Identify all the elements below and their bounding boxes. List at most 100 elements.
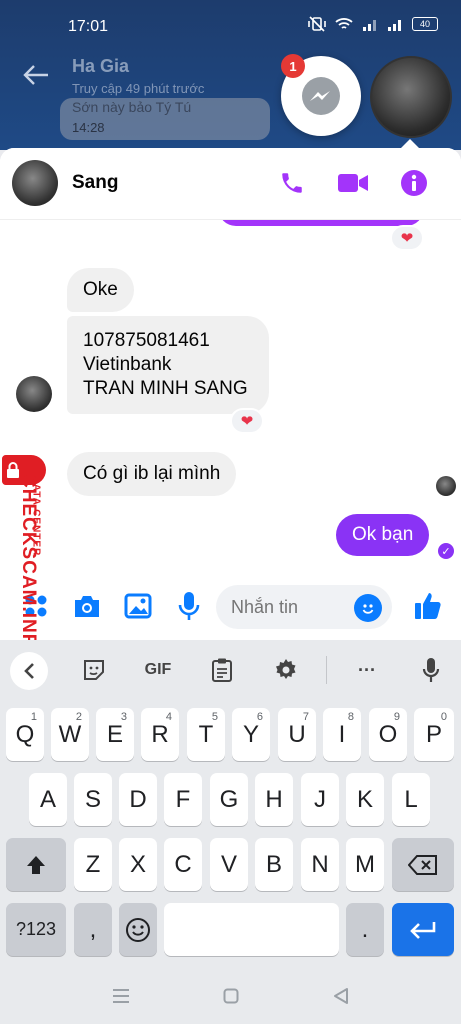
key-f[interactable]: F bbox=[164, 773, 202, 826]
status-icons: 40 bbox=[308, 16, 438, 32]
messenger-icon bbox=[302, 77, 340, 115]
square-icon bbox=[223, 988, 239, 1004]
key-g[interactable]: G bbox=[210, 773, 248, 826]
back-button[interactable] bbox=[328, 983, 354, 1009]
thumbs-up-icon bbox=[415, 593, 441, 619]
microphone-icon bbox=[422, 658, 440, 682]
key-hint: 4 bbox=[165, 711, 172, 723]
back-arrow-icon[interactable] bbox=[22, 62, 50, 94]
more-options-button[interactable]: ··· bbox=[349, 652, 385, 688]
camera-button[interactable] bbox=[71, 590, 103, 622]
menu-lines-icon bbox=[113, 989, 129, 1003]
wifi-icon bbox=[335, 18, 353, 29]
emoji-key[interactable] bbox=[119, 903, 157, 956]
period-key[interactable]: . bbox=[346, 903, 384, 956]
key-b[interactable]: B bbox=[255, 838, 293, 891]
battery-icon: 40 bbox=[412, 17, 438, 31]
key-d[interactable]: D bbox=[119, 773, 157, 826]
key-w[interactable]: W2 bbox=[51, 708, 89, 761]
enter-arrow-icon bbox=[410, 921, 436, 939]
chat-header bbox=[0, 148, 461, 220]
settings-button[interactable] bbox=[268, 652, 304, 688]
message-bubble-incoming[interactable]: Oke bbox=[67, 268, 134, 312]
key-l[interactable]: L bbox=[392, 773, 430, 826]
key-a[interactable]: A bbox=[29, 773, 67, 826]
heart-icon: ❤ bbox=[240, 413, 254, 430]
signal-1-icon bbox=[363, 20, 376, 31]
key-r[interactable]: R4 bbox=[141, 708, 179, 761]
message-bubble-incoming[interactable]: 107875081461 Vietinbank TRAN MINH SANG bbox=[67, 316, 269, 414]
key-label: R bbox=[151, 720, 169, 748]
key-hint: 3 bbox=[120, 711, 127, 723]
key-label: P bbox=[425, 720, 442, 748]
video-camera-icon bbox=[338, 174, 368, 192]
key-q[interactable]: Q1 bbox=[6, 708, 44, 761]
voice-typing-button[interactable] bbox=[413, 652, 449, 688]
reaction-heart[interactable]: ❤ bbox=[390, 225, 424, 251]
video-call-button[interactable] bbox=[336, 166, 370, 200]
keyboard-collapse-button[interactable] bbox=[10, 652, 48, 690]
key-label: Q bbox=[15, 720, 35, 748]
clipboard-button[interactable] bbox=[204, 652, 240, 688]
notification-badge: 1 bbox=[281, 54, 305, 78]
like-button[interactable] bbox=[412, 590, 444, 622]
key-z[interactable]: Z bbox=[74, 838, 112, 891]
status-time: 17:01 bbox=[68, 18, 109, 35]
key-j[interactable]: J bbox=[301, 773, 339, 826]
message-line: 107875081461 bbox=[83, 330, 210, 351]
key-n[interactable]: N bbox=[301, 838, 339, 891]
backspace-key[interactable] bbox=[392, 838, 454, 891]
key-o[interactable]: O9 bbox=[369, 708, 407, 761]
heart-icon: ❤ bbox=[400, 230, 414, 247]
message-text: Ok bạn bbox=[352, 524, 414, 545]
enter-key[interactable] bbox=[392, 903, 454, 956]
key-v[interactable]: V bbox=[210, 838, 248, 891]
message-bubble-incoming[interactable]: Có gì ib lại mình bbox=[67, 452, 237, 496]
gallery-button[interactable] bbox=[122, 590, 154, 622]
audio-call-button[interactable] bbox=[275, 166, 309, 200]
signal-2-icon bbox=[388, 20, 401, 31]
key-y[interactable]: Y6 bbox=[232, 708, 270, 761]
emoji-button[interactable] bbox=[354, 594, 382, 622]
key-label: Y bbox=[242, 720, 259, 748]
chevron-left-icon bbox=[24, 663, 34, 679]
symbols-key[interactable]: ?123 bbox=[6, 903, 66, 956]
message-line: TRAN MINH SANG bbox=[83, 378, 248, 399]
clipboard-icon bbox=[212, 658, 232, 682]
home-button[interactable] bbox=[218, 983, 244, 1009]
key-k[interactable]: K bbox=[346, 773, 384, 826]
key-h[interactable]: H bbox=[255, 773, 293, 826]
key-s[interactable]: S bbox=[74, 773, 112, 826]
key-e[interactable]: E3 bbox=[96, 708, 134, 761]
microphone-icon bbox=[178, 592, 200, 620]
key-hint: 2 bbox=[75, 711, 82, 723]
contact-chathead-avatar[interactable] bbox=[370, 56, 452, 138]
key-u[interactable]: U7 bbox=[278, 708, 316, 761]
message-bubble-outgoing[interactable]: Ok bạn bbox=[336, 514, 430, 556]
key-x[interactable]: X bbox=[119, 838, 157, 891]
key-hint: 6 bbox=[256, 711, 263, 723]
key-hint: 7 bbox=[302, 711, 309, 723]
key-m[interactable]: M bbox=[346, 838, 384, 891]
comma-key[interactable]: , bbox=[74, 903, 112, 956]
key-c[interactable]: C bbox=[164, 838, 202, 891]
key-i[interactable]: I8 bbox=[323, 708, 361, 761]
info-button[interactable] bbox=[397, 166, 431, 200]
contact-name[interactable]: Sang bbox=[72, 172, 118, 194]
contact-message-avatar[interactable] bbox=[16, 376, 52, 412]
key-hint: 8 bbox=[347, 711, 354, 723]
contact-avatar[interactable] bbox=[12, 160, 58, 206]
triangle-back-icon bbox=[334, 988, 348, 1004]
backspace-icon bbox=[408, 854, 437, 875]
sticker-button[interactable] bbox=[76, 652, 112, 688]
shift-key[interactable] bbox=[6, 838, 66, 891]
key-t[interactable]: T5 bbox=[187, 708, 225, 761]
reaction-heart[interactable]: ❤ bbox=[230, 408, 264, 434]
voice-button[interactable] bbox=[173, 590, 205, 622]
key-p[interactable]: P0 bbox=[414, 708, 454, 761]
delivered-check-icon: ✓ bbox=[438, 543, 454, 559]
space-key[interactable] bbox=[164, 903, 339, 956]
gif-button[interactable]: GIF bbox=[140, 652, 176, 688]
recent-apps-button[interactable] bbox=[108, 983, 134, 1009]
key-hint: 9 bbox=[393, 711, 400, 723]
